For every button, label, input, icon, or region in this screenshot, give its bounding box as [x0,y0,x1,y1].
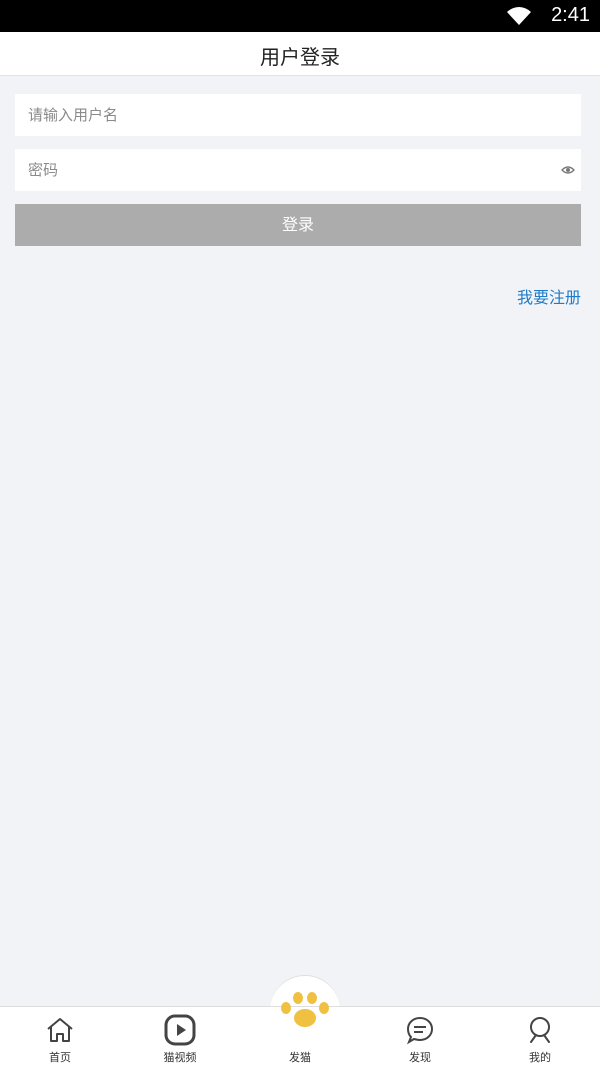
tab-label: 我的 [529,1051,551,1064]
tab-discover[interactable]: 发现 [360,1007,480,1067]
tab-home[interactable]: 首页 [0,1007,120,1067]
profile-icon [530,1017,550,1043]
tab-label: 发猫 [289,1051,311,1064]
status-time: 2:41 [551,4,590,26]
tab-label: 发现 [409,1051,431,1064]
home-icon [47,1018,73,1042]
username-field[interactable] [15,94,581,136]
password-field[interactable] [15,149,581,191]
register-link[interactable]: 我要注册 [517,284,581,308]
tab-label: 猫视频 [163,1051,197,1064]
paw-icon[interactable] [280,990,330,1030]
play-icon [164,1014,196,1046]
chat-icon [406,1016,434,1045]
wifi-icon [507,7,531,25]
tab-mine[interactable]: 我的 [480,1007,600,1067]
login-button[interactable]: 登录 [15,204,581,246]
tab-cat-video[interactable]: 猫视频 [120,1007,240,1067]
status-bar: 2:41 [0,0,600,32]
eye-icon[interactable] [561,164,575,176]
username-input[interactable] [15,94,581,136]
tab-label: 首页 [49,1051,71,1064]
page-title: 用户登录 [260,45,340,69]
password-input[interactable] [15,149,581,191]
header: 用户登录 [0,32,600,76]
